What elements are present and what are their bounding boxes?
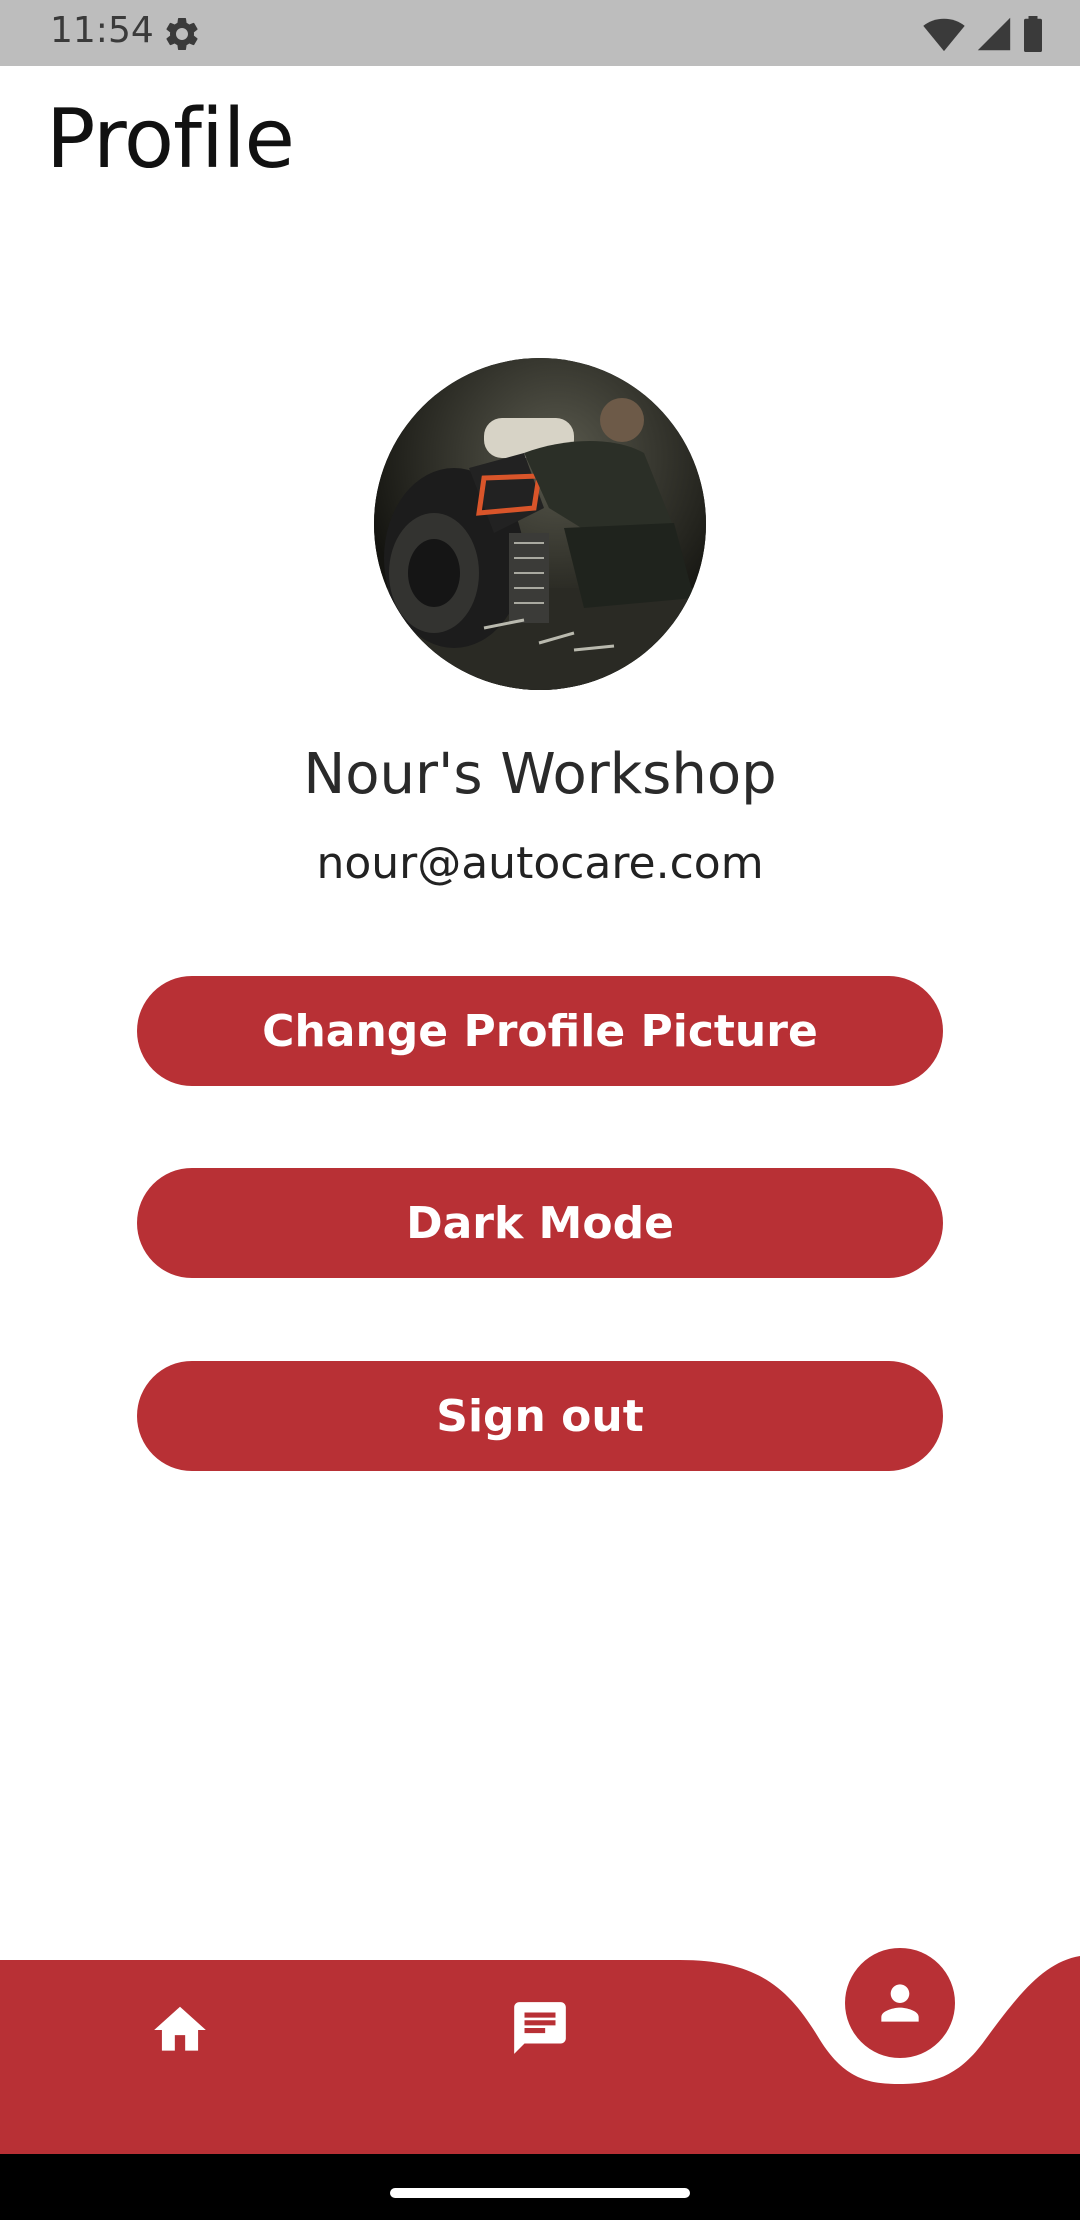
dark-mode-button[interactable]: Dark Mode [137,1168,943,1278]
profile-email: nour@autocare.com [316,838,764,889]
nav-messages[interactable] [490,1978,590,2078]
bottom-navigation [0,1930,1080,2154]
workshop-mechanic-photo [374,358,706,690]
status-time: 11:54 [50,10,154,51]
cellular-signal-icon [977,17,1011,51]
profile-screen: 11:54 Profile Nour's Workshop nour@autoc… [0,0,1080,2220]
battery-icon [1024,16,1042,52]
change-profile-picture-button[interactable]: Change Profile Picture [137,976,943,1086]
status-icons [922,14,1044,54]
home-indicator[interactable] [390,2188,690,2198]
nav-profile[interactable] [845,1948,955,2058]
person-icon [881,1984,919,2022]
message-icon [514,2002,566,2054]
profile-name: Nour's Workshop [303,742,777,807]
avatar [374,358,706,690]
home-icon [154,2006,206,2051]
page-title: Profile [46,92,295,187]
wifi-icon [923,18,965,52]
system-navigation-bar [0,2154,1080,2220]
sign-out-button[interactable]: Sign out [137,1361,943,1471]
status-bar: 11:54 [0,0,1080,66]
settings-gear-icon [166,17,198,50]
nav-home[interactable] [130,1980,230,2080]
